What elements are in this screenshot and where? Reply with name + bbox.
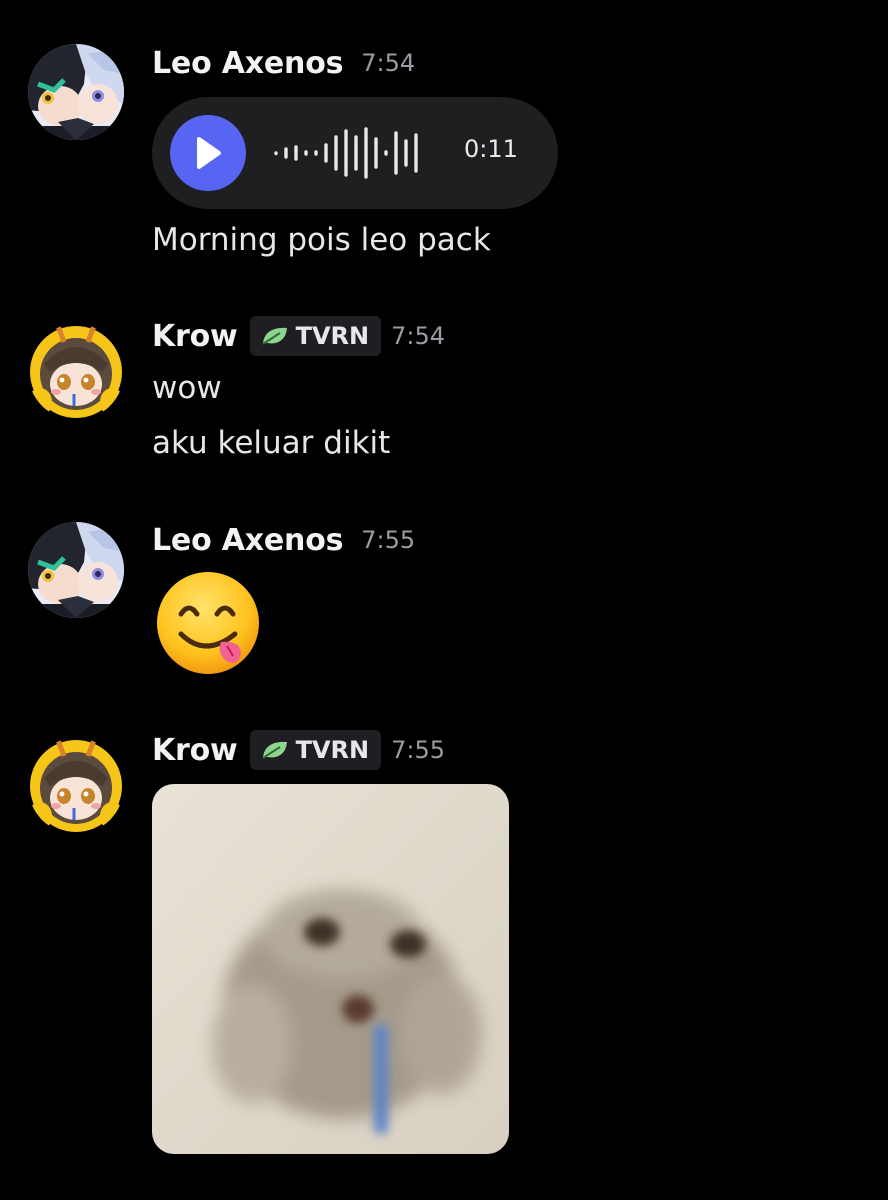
message-3: Leo Axenos 7:55 xyxy=(0,500,888,700)
leaf-icon xyxy=(262,327,287,345)
username[interactable]: Leo Axenos xyxy=(152,523,343,558)
message-header: Krow TVRN 7:54 xyxy=(152,316,445,356)
avatar-krow[interactable] xyxy=(28,738,124,834)
avatar-leo-axenos[interactable] xyxy=(28,522,124,618)
timestamp: 7:55 xyxy=(361,526,416,554)
image-attachment[interactable] xyxy=(152,784,509,1154)
voice-message: 0:11 xyxy=(152,97,558,209)
message-text: aku keluar dikit xyxy=(152,425,391,461)
waveform-icon[interactable] xyxy=(272,125,442,181)
guild-tag[interactable]: TVRN xyxy=(249,730,382,770)
avatar-image xyxy=(28,324,124,420)
username[interactable]: Krow xyxy=(152,319,238,354)
avatar-krow[interactable] xyxy=(28,324,124,420)
timestamp: 7:54 xyxy=(361,49,416,77)
message-1: Leo Axenos 7:54 0:11 Morning pois leo pa… xyxy=(0,0,888,270)
avatar-image xyxy=(28,738,124,834)
play-button[interactable] xyxy=(170,115,246,191)
message-header: Krow TVRN 7:55 xyxy=(152,730,445,770)
leaf-icon xyxy=(262,741,287,759)
message-header: Leo Axenos 7:54 xyxy=(152,43,415,83)
message-header: Leo Axenos 7:55 xyxy=(152,520,415,560)
message-2: Krow TVRN 7:54 wow aku keluar dikit xyxy=(0,300,888,480)
message-text: Morning pois leo pack xyxy=(152,222,491,258)
emoji-icon[interactable] xyxy=(155,570,261,676)
guild-tag-label: TVRN xyxy=(295,736,370,764)
play-icon xyxy=(197,137,221,169)
timestamp: 7:54 xyxy=(391,322,445,350)
avatar-image xyxy=(28,44,124,140)
attachment-image xyxy=(152,784,509,1154)
message-text: wow xyxy=(152,370,222,406)
avatar-image xyxy=(28,522,124,618)
username[interactable]: Krow xyxy=(152,733,238,768)
guild-tag[interactable]: TVRN xyxy=(249,316,382,356)
timestamp: 7:55 xyxy=(391,736,445,764)
username[interactable]: Leo Axenos xyxy=(152,46,343,81)
avatar-leo-axenos[interactable] xyxy=(28,44,124,140)
guild-tag-label: TVRN xyxy=(295,322,370,350)
voice-duration: 0:11 xyxy=(464,135,518,163)
